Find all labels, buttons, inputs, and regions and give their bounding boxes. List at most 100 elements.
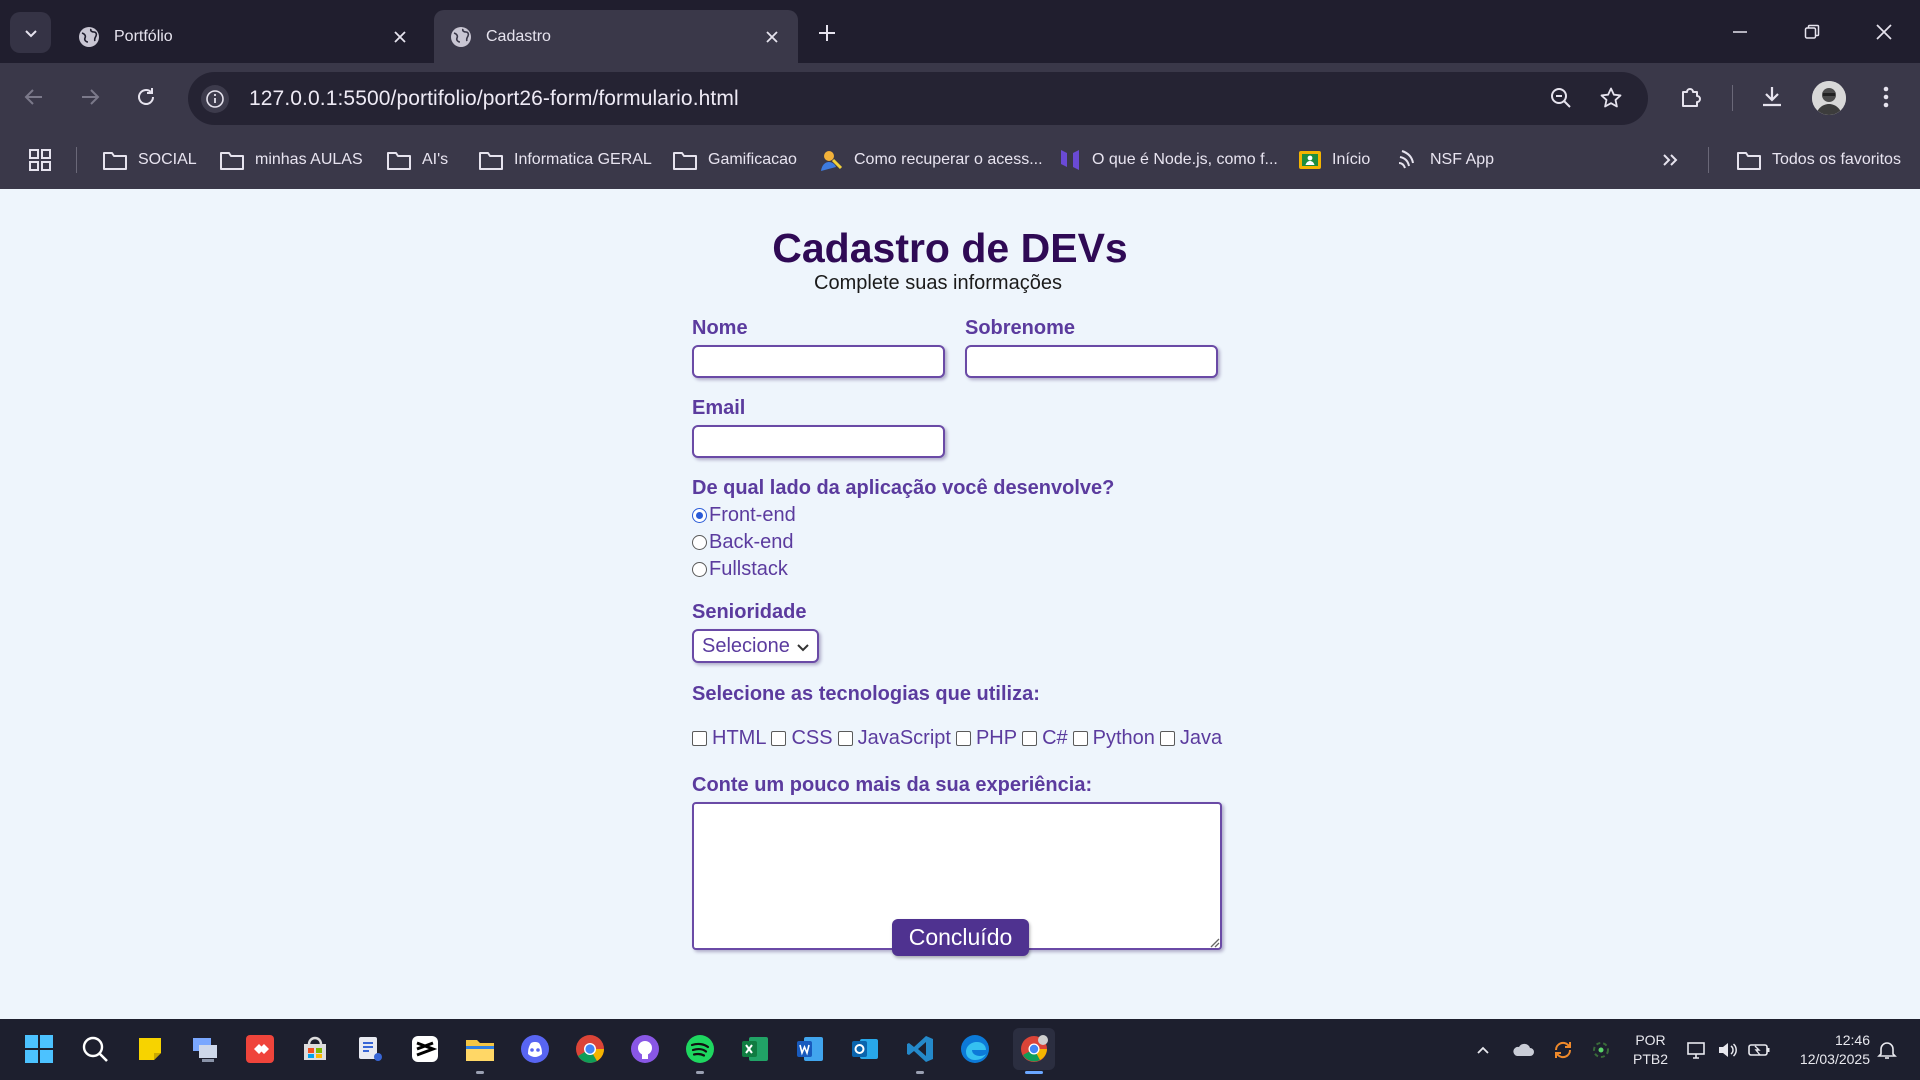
clock[interactable]: 12:46 12/03/2025 <box>1786 1031 1870 1069</box>
taskbar-vscode[interactable] <box>903 1032 937 1066</box>
downloads-button[interactable] <box>1754 79 1790 115</box>
tray-battery[interactable] <box>1746 1037 1772 1063</box>
zoom-button[interactable] <box>1546 83 1576 113</box>
forward-button[interactable] <box>72 79 108 115</box>
submit-button[interactable]: Concluído <box>892 919 1029 956</box>
bookmark-minhas-aulas[interactable]: minhas AULAS <box>219 144 363 176</box>
chrome-icon <box>576 1035 604 1063</box>
bookmark-informatica-geral[interactable]: Informatica GERAL <box>478 144 652 176</box>
taskbar-github[interactable] <box>628 1032 662 1066</box>
taskbar-excel[interactable] <box>738 1032 772 1066</box>
site-info-button[interactable] <box>201 84 229 113</box>
radio-button[interactable] <box>692 562 707 577</box>
tab-portfolio[interactable]: Portfólio <box>62 10 426 63</box>
bookmarks-overflow-button[interactable] <box>1660 144 1690 176</box>
checkbox-java[interactable]: Java <box>1159 727 1223 750</box>
checkbox[interactable] <box>771 731 787 746</box>
start-button[interactable] <box>22 1032 56 1066</box>
taskbar-word[interactable] <box>793 1032 827 1066</box>
minimize-button[interactable] <box>1722 16 1758 48</box>
back-button[interactable] <box>16 79 52 115</box>
checkbox-label: Java <box>1179 727 1223 749</box>
bookmark-ais[interactable]: AI's <box>386 144 448 176</box>
checkbox-php[interactable]: PHP <box>955 727 1017 750</box>
menu-button[interactable] <box>1868 79 1904 115</box>
taskbar-sticky-notes[interactable] <box>133 1032 167 1066</box>
bookmark-como-recuperar[interactable]: Como recuperar o acess... <box>818 144 1043 176</box>
extensions-button[interactable] <box>1673 79 1709 115</box>
all-bookmarks-button[interactable]: Todos os favoritos <box>1736 144 1901 176</box>
tray-volume[interactable] <box>1714 1037 1740 1063</box>
taskbar-chrome-profile[interactable] <box>1013 1028 1055 1070</box>
tray-network[interactable] <box>1684 1037 1710 1063</box>
last-name-input[interactable] <box>965 345 1218 378</box>
bookmark-inicio[interactable]: Início <box>1298 144 1370 176</box>
bookmark-star-button[interactable] <box>1596 83 1626 113</box>
checkbox[interactable] <box>837 731 853 746</box>
tray-status-icon <box>1593 1042 1609 1058</box>
new-tab-button[interactable] <box>812 18 842 48</box>
taskbar-file-explorer[interactable] <box>463 1032 497 1066</box>
bookmark-nsf-app[interactable]: NSF App <box>1396 144 1494 176</box>
language-indicator[interactable]: POR PTB2 <box>1633 1031 1668 1069</box>
radio-front-end[interactable]: Front-end <box>692 504 796 527</box>
close-tab-button[interactable] <box>762 27 782 47</box>
side-question-label: De qual lado da aplicação você desenvolv… <box>692 477 1115 499</box>
seniority-label: Senioridade <box>692 601 807 623</box>
checkbox[interactable] <box>955 731 971 746</box>
close-tab-button[interactable] <box>390 27 410 47</box>
taskbar-capcut[interactable] <box>408 1032 442 1066</box>
checkbox[interactable] <box>1072 731 1088 746</box>
radio-button[interactable] <box>692 535 707 550</box>
arrow-left-icon <box>24 89 42 105</box>
cloud-icon <box>1513 1043 1534 1056</box>
checkbox-html[interactable]: HTML <box>692 727 766 750</box>
restore-button[interactable] <box>1794 16 1830 48</box>
first-name-input[interactable] <box>692 345 945 378</box>
network-icon <box>1687 1042 1705 1059</box>
checkbox-csharp[interactable]: C# <box>1022 727 1068 750</box>
reload-button[interactable] <box>128 79 164 115</box>
taskbar-edge[interactable] <box>958 1032 992 1066</box>
taskbar-spotify[interactable] <box>683 1032 717 1066</box>
globe-icon <box>451 26 471 47</box>
taskbar-discord[interactable] <box>518 1032 552 1066</box>
tab-cadastro[interactable]: Cadastro <box>434 10 798 63</box>
bookmark-gamificacao[interactable]: Gamificacao <box>672 144 797 176</box>
checkbox[interactable] <box>1159 731 1175 746</box>
profile-avatar[interactable] <box>1812 81 1846 115</box>
nsf-app-icon <box>1398 150 1414 169</box>
radio-label: Back-end <box>709 531 794 553</box>
taskbar-snipping-tool[interactable] <box>353 1032 387 1066</box>
bookmark-nodejs[interactable]: O que é Node.js, como f... <box>1058 144 1278 176</box>
tray-sync[interactable] <box>1550 1037 1576 1063</box>
notifications-button[interactable] <box>1874 1037 1900 1063</box>
tray-app[interactable] <box>1588 1037 1614 1063</box>
email-input[interactable] <box>692 425 945 458</box>
tray-onedrive[interactable] <box>1510 1037 1536 1063</box>
resize-handle-icon[interactable] <box>1208 936 1220 948</box>
radio-fullstack[interactable]: Fullstack <box>692 558 788 581</box>
address-bar[interactable]: 127.0.0.1:5500/portifolio/port26-form/fo… <box>188 72 1648 125</box>
close-window-button[interactable] <box>1866 16 1902 48</box>
checkbox-javascript[interactable]: JavaScript <box>837 727 951 750</box>
tab-search-button[interactable] <box>10 12 51 53</box>
checkbox-python[interactable]: Python <box>1072 727 1155 750</box>
tray-overflow-button[interactable] <box>1470 1037 1496 1063</box>
taskbar-store[interactable] <box>298 1032 332 1066</box>
taskbar-search[interactable] <box>78 1032 112 1066</box>
network-monitor-icon <box>193 1038 217 1062</box>
taskbar-network-monitor[interactable] <box>188 1032 222 1066</box>
taskbar-chrome[interactable] <box>573 1032 607 1066</box>
radio-button[interactable] <box>692 508 707 523</box>
checkbox[interactable] <box>1022 731 1038 746</box>
checkbox[interactable] <box>692 731 707 746</box>
radio-back-end[interactable]: Back-end <box>692 531 794 554</box>
apps-button[interactable] <box>28 144 62 176</box>
taskbar-anydesk[interactable] <box>243 1032 277 1066</box>
seniority-select[interactable]: Selecione <box>692 629 819 663</box>
bookmark-label: Como recuperar o acess... <box>854 151 1043 168</box>
checkbox-css[interactable]: CSS <box>771 727 833 750</box>
bookmark-social[interactable]: SOCIAL <box>102 144 197 176</box>
taskbar-outlook[interactable] <box>848 1032 882 1066</box>
